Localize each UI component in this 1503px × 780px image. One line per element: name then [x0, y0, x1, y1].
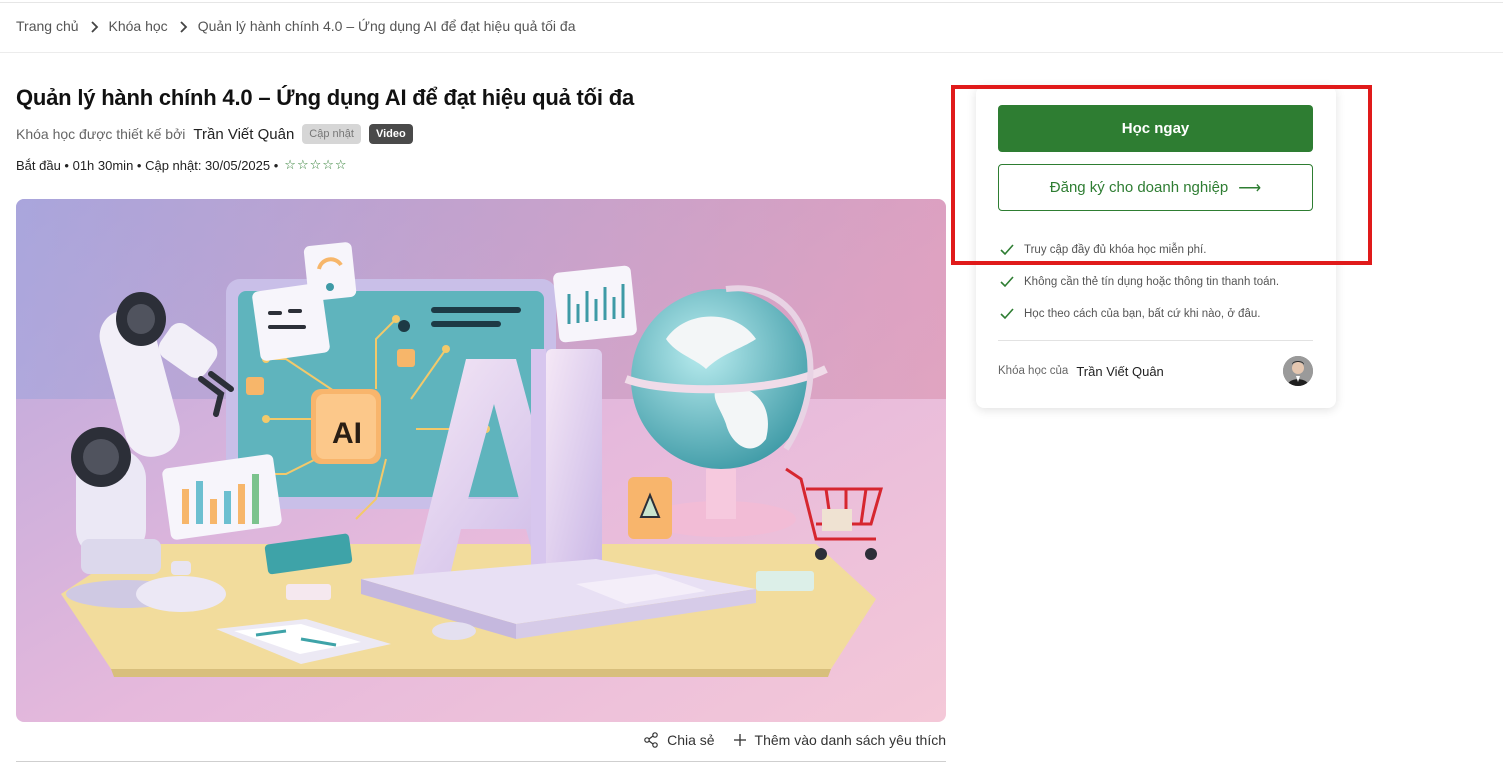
benefits-list: Truy cập đầy đủ khóa học miễn phí. Không… [1000, 234, 1279, 330]
enroll-card: Học ngay Đăng ký cho doanh nghiệp ⟶ Truy… [976, 86, 1336, 408]
benefit-item: Truy cập đầy đủ khóa học miễn phí. [1000, 234, 1279, 266]
course-by-label: Khóa học của [998, 365, 1069, 377]
benefit-text: Truy cập đầy đủ khóa học miễn phí. [1024, 244, 1207, 256]
designed-by-label: Khóa học được thiết kế bởi [16, 126, 186, 142]
card-divider [998, 340, 1313, 341]
wishlist-label: Thêm vào danh sách yêu thích [754, 732, 946, 748]
chevron-right-icon [168, 18, 198, 34]
update-badge: Cập nhật [302, 124, 361, 144]
benefit-text: Học theo cách của bạn, bất cứ khi nào, ở… [1024, 308, 1261, 320]
course-actions: Chia sẻ Thêm vào danh sách yêu thích [643, 732, 946, 748]
avatar[interactable] [1283, 356, 1313, 386]
share-icon [644, 732, 658, 748]
share-button[interactable]: Chia sẻ [643, 732, 715, 748]
course-meta: Bắt đầu • 01h 30min • Cập nhật: 30/05/20… [16, 157, 348, 173]
breadcrumb-home-link[interactable]: Trang chủ [16, 18, 79, 34]
hero-ai-chip-text: AI [332, 417, 362, 450]
chevron-right-icon [79, 18, 109, 34]
video-badge: Video [368, 124, 413, 144]
course-title: Quản lý hành chính 4.0 – Ứng dụng AI để … [16, 85, 635, 110]
author-name[interactable]: Trần Viết Quân [1076, 364, 1163, 379]
meta-text: Bắt đầu • 01h 30min • Cập nhật: 30/05/20… [16, 157, 279, 173]
content-divider [16, 761, 946, 762]
arrow-right-icon: ⟶ [1238, 179, 1262, 197]
share-label: Chia sẻ [667, 732, 715, 748]
top-border [0, 2, 1503, 3]
check-icon [1000, 308, 1014, 320]
breadcrumb-current-link[interactable]: Quản lý hành chính 4.0 – Ứng dụng AI để … [198, 18, 576, 34]
breadcrumb-divider [0, 52, 1503, 53]
benefit-text: Không cần thẻ tín dụng hoặc thông tin th… [1024, 276, 1280, 288]
check-icon [1000, 276, 1014, 288]
benefit-item: Học theo cách của bạn, bất cứ khi nào, ở… [1000, 298, 1279, 330]
rating-stars-icon: ☆☆☆☆☆ [284, 157, 348, 172]
learn-now-button[interactable]: Học ngay [998, 105, 1313, 152]
course-hero-image: AI [16, 199, 946, 722]
breadcrumb: Trang chủ Khóa học Quản lý hành chính 4.… [16, 18, 576, 34]
business-register-label: Đăng ký cho doanh nghiệp [1049, 179, 1229, 196]
designer-row: Khóa học được thiết kế bởi Trần Viết Quâ… [16, 124, 413, 144]
breadcrumb-courses-link[interactable]: Khóa học [109, 18, 168, 34]
plus-icon [733, 734, 746, 746]
check-icon [1000, 244, 1014, 256]
designer-name[interactable]: Trần Viết Quân [193, 126, 294, 143]
business-register-button[interactable]: Đăng ký cho doanh nghiệp ⟶ [998, 164, 1313, 211]
author-row: Khóa học của Trần Viết Quân [998, 356, 1313, 386]
benefit-item: Không cần thẻ tín dụng hoặc thông tin th… [1000, 266, 1279, 298]
add-to-wishlist-button[interactable]: Thêm vào danh sách yêu thích [733, 732, 946, 748]
